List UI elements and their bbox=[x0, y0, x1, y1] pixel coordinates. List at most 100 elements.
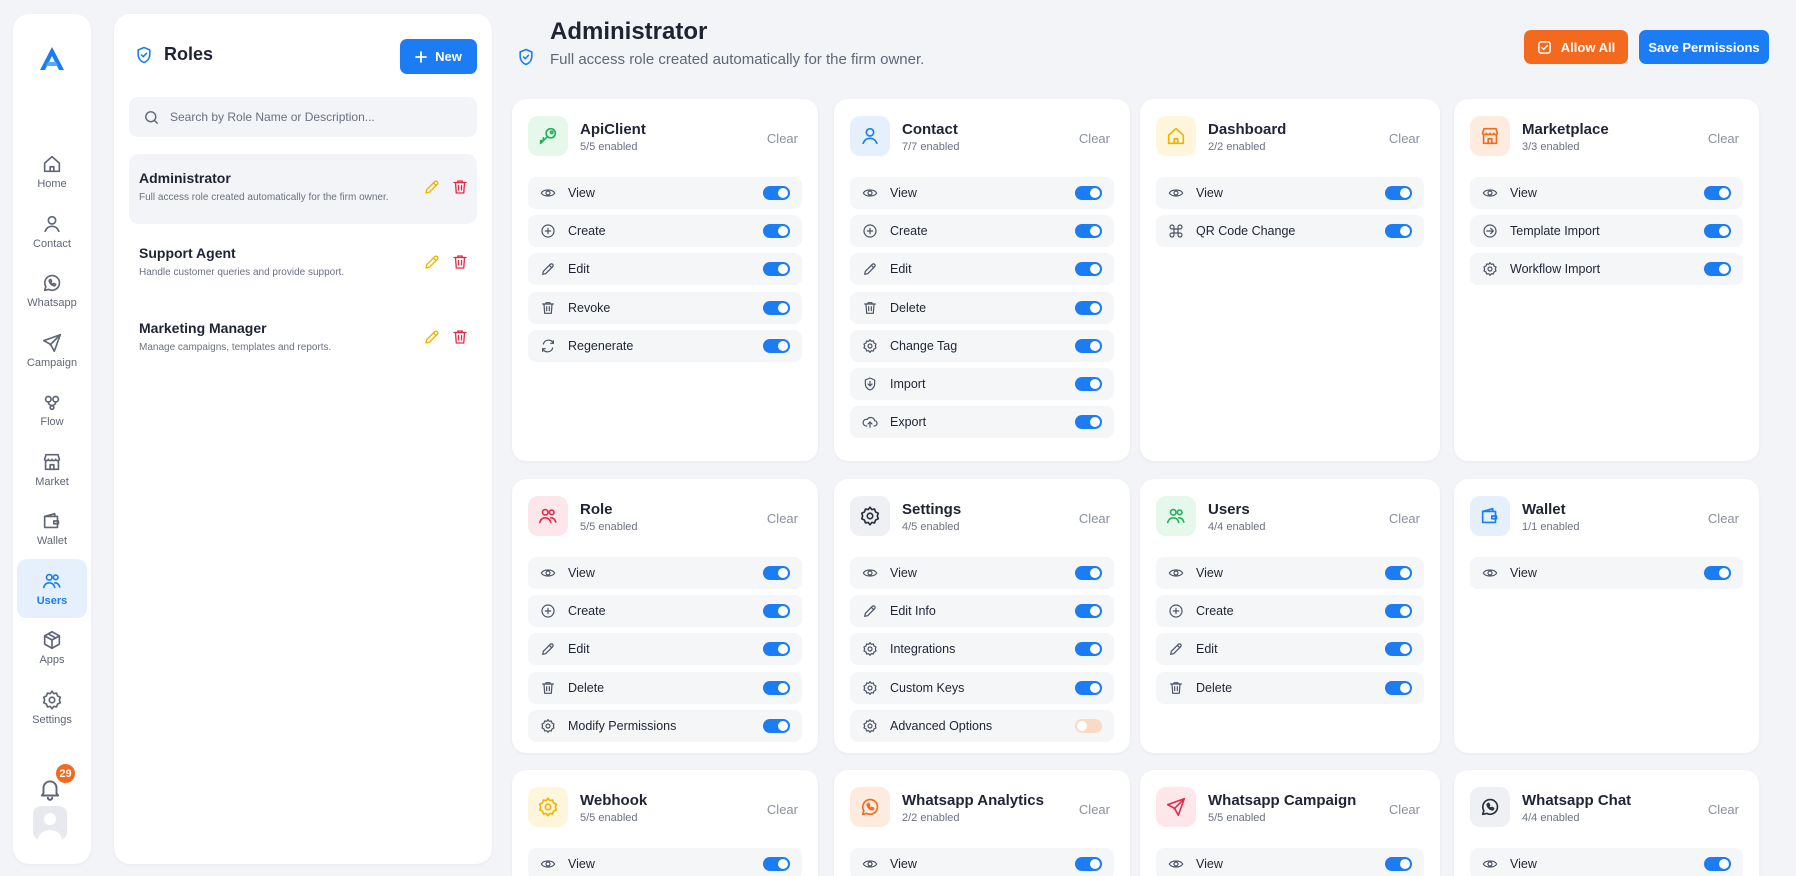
permission-toggle[interactable] bbox=[763, 642, 790, 657]
clear-button[interactable]: Clear bbox=[767, 511, 798, 526]
module-enabled-count: 2/2 enabled bbox=[1208, 141, 1266, 153]
clear-button[interactable]: Clear bbox=[1708, 131, 1739, 146]
permission-toggle[interactable] bbox=[1704, 224, 1731, 239]
eye-icon bbox=[540, 189, 556, 197]
nav-item-wallet[interactable]: Wallet bbox=[13, 499, 91, 559]
permission-toggle[interactable] bbox=[1075, 680, 1102, 695]
permission-toggle[interactable] bbox=[1704, 566, 1731, 580]
permission-toggle[interactable] bbox=[763, 224, 790, 239]
nav-item-contact[interactable]: Contact bbox=[13, 202, 91, 262]
avatar[interactable] bbox=[33, 806, 67, 840]
permission-toggle[interactable] bbox=[1075, 186, 1102, 200]
permission-row-view: View bbox=[850, 177, 1114, 209]
permission-list: View bbox=[1156, 848, 1424, 876]
permission-row-edit: Edit bbox=[528, 633, 802, 666]
permission-toggle[interactable] bbox=[1385, 680, 1412, 695]
nav-item-label: Home bbox=[37, 178, 67, 191]
role-item-marketing-manager[interactable]: Marketing Manager Manage campaigns, templ… bbox=[129, 304, 477, 374]
permission-toggle[interactable] bbox=[1704, 262, 1731, 277]
permission-toggle[interactable] bbox=[1704, 186, 1731, 200]
delete-icon[interactable] bbox=[451, 178, 469, 196]
users-icon bbox=[42, 573, 61, 588]
edit-icon[interactable] bbox=[423, 328, 441, 346]
permission-toggle[interactable] bbox=[763, 680, 790, 695]
permission-toggle[interactable] bbox=[1704, 857, 1731, 871]
delete-icon[interactable] bbox=[451, 328, 469, 346]
permission-toggle[interactable] bbox=[1075, 262, 1102, 277]
role-item-administrator[interactable]: Administrator Full access role created au… bbox=[129, 154, 477, 224]
role-search-input[interactable] bbox=[170, 110, 460, 124]
gear-eye-icon bbox=[863, 718, 877, 733]
edit-icon[interactable] bbox=[423, 178, 441, 196]
permission-toggle[interactable] bbox=[1075, 376, 1102, 391]
permission-toggle[interactable] bbox=[1075, 642, 1102, 657]
nav-item-market[interactable]: Market bbox=[13, 440, 91, 500]
nav-item-flow[interactable]: Flow bbox=[13, 380, 91, 440]
allow-all-label: Allow All bbox=[1560, 39, 1616, 55]
permission-toggle[interactable] bbox=[1075, 338, 1102, 353]
permission-toggle[interactable] bbox=[1385, 642, 1412, 657]
plus-icon bbox=[541, 604, 555, 618]
clear-button[interactable]: Clear bbox=[1079, 131, 1110, 146]
permission-toggle[interactable] bbox=[763, 338, 790, 353]
new-role-button[interactable]: New bbox=[400, 39, 477, 74]
save-permissions-button[interactable]: Save Permissions bbox=[1639, 30, 1769, 64]
clear-button[interactable]: Clear bbox=[1389, 131, 1420, 146]
module-enabled-count: 7/7 enabled bbox=[902, 141, 960, 153]
permission-toggle[interactable] bbox=[1075, 604, 1102, 619]
plus-icon bbox=[1169, 604, 1183, 618]
clear-button[interactable]: Clear bbox=[1708, 511, 1739, 526]
clear-button[interactable]: Clear bbox=[1708, 802, 1739, 817]
permission-label: QR Code Change bbox=[1196, 224, 1296, 239]
permission-label: Custom Keys bbox=[890, 680, 965, 695]
clear-button[interactable]: Clear bbox=[1389, 802, 1420, 817]
module-icon-wrap bbox=[528, 116, 568, 156]
permission-toggle[interactable] bbox=[763, 262, 790, 277]
module-icon-wrap bbox=[1470, 787, 1510, 827]
permission-toggle[interactable] bbox=[763, 300, 790, 315]
app-logo-icon[interactable] bbox=[35, 42, 69, 76]
module-enabled-count: 3/3 enabled bbox=[1522, 141, 1580, 153]
permission-label: Delete bbox=[890, 300, 927, 315]
module-title: Wallet bbox=[1522, 501, 1566, 518]
permission-toggle[interactable] bbox=[1385, 186, 1412, 200]
allow-all-button[interactable]: Allow All bbox=[1524, 30, 1628, 64]
permission-toggle[interactable] bbox=[1075, 300, 1102, 315]
clear-button[interactable]: Clear bbox=[1389, 511, 1420, 526]
trash-icon bbox=[864, 301, 876, 314]
clear-button[interactable]: Clear bbox=[1079, 511, 1110, 526]
nav-item-apps[interactable]: Apps bbox=[13, 618, 91, 678]
permission-toggle[interactable] bbox=[763, 604, 790, 619]
role-item-support-agent[interactable]: Support Agent Handle customer queries and… bbox=[129, 229, 477, 299]
permission-toggle[interactable] bbox=[1385, 566, 1412, 580]
permission-toggle[interactable] bbox=[1075, 718, 1102, 733]
nav-item-settings[interactable]: Settings bbox=[13, 678, 91, 738]
clear-button[interactable]: Clear bbox=[767, 131, 798, 146]
permission-toggle[interactable] bbox=[763, 186, 790, 200]
permission-label: Regenerate bbox=[568, 338, 634, 353]
permission-toggle[interactable] bbox=[763, 857, 790, 871]
permission-toggle[interactable] bbox=[1075, 224, 1102, 239]
permission-toggle[interactable] bbox=[763, 566, 790, 580]
permission-row-create: Create bbox=[528, 215, 802, 248]
role-description: Handle customer queries and provide supp… bbox=[139, 267, 345, 278]
clear-button[interactable]: Clear bbox=[767, 802, 798, 817]
permission-toggle[interactable] bbox=[1385, 224, 1412, 239]
trash-icon bbox=[542, 301, 554, 314]
delete-icon[interactable] bbox=[451, 253, 469, 271]
nav-item-home[interactable]: Home bbox=[13, 142, 91, 202]
permission-toggle[interactable] bbox=[1385, 604, 1412, 619]
clear-button[interactable]: Clear bbox=[1079, 802, 1110, 817]
permission-toggle[interactable] bbox=[763, 718, 790, 733]
wallet-icon bbox=[1481, 507, 1498, 524]
permission-toggle[interactable] bbox=[1075, 415, 1102, 430]
edit-icon[interactable] bbox=[423, 253, 441, 271]
nav-item-campaign[interactable]: Campaign bbox=[13, 321, 91, 381]
permission-toggle[interactable] bbox=[1075, 566, 1102, 580]
nav-item-users[interactable]: Users bbox=[17, 558, 87, 618]
nav-item-whatsapp[interactable]: Whatsapp bbox=[13, 261, 91, 321]
permission-toggle[interactable] bbox=[1075, 857, 1102, 871]
permission-toggle[interactable] bbox=[1385, 857, 1412, 871]
permission-row-integrations: Integrations bbox=[850, 633, 1114, 666]
module-card-marketplace: Marketplace 3/3 enabled Clear View Template … bbox=[1454, 99, 1759, 461]
